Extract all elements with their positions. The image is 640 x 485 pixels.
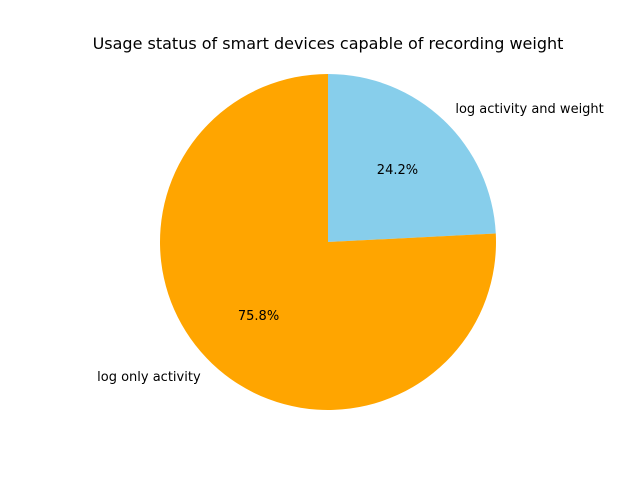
slice-label-1: log only activity xyxy=(97,370,201,385)
slice-percent-0: 24.2% xyxy=(377,163,418,178)
pie-slice-0 xyxy=(328,74,496,242)
chart-container: Usage status of smart devices capable of… xyxy=(0,0,640,480)
chart-title: Usage status of smart devices capable of… xyxy=(93,34,564,53)
slice-label-0: log activity and weight xyxy=(455,102,603,117)
pie-chart: Usage status of smart devices capable of… xyxy=(93,34,604,410)
slice-percent-1: 75.8% xyxy=(238,309,279,324)
pie-slices xyxy=(160,74,496,410)
